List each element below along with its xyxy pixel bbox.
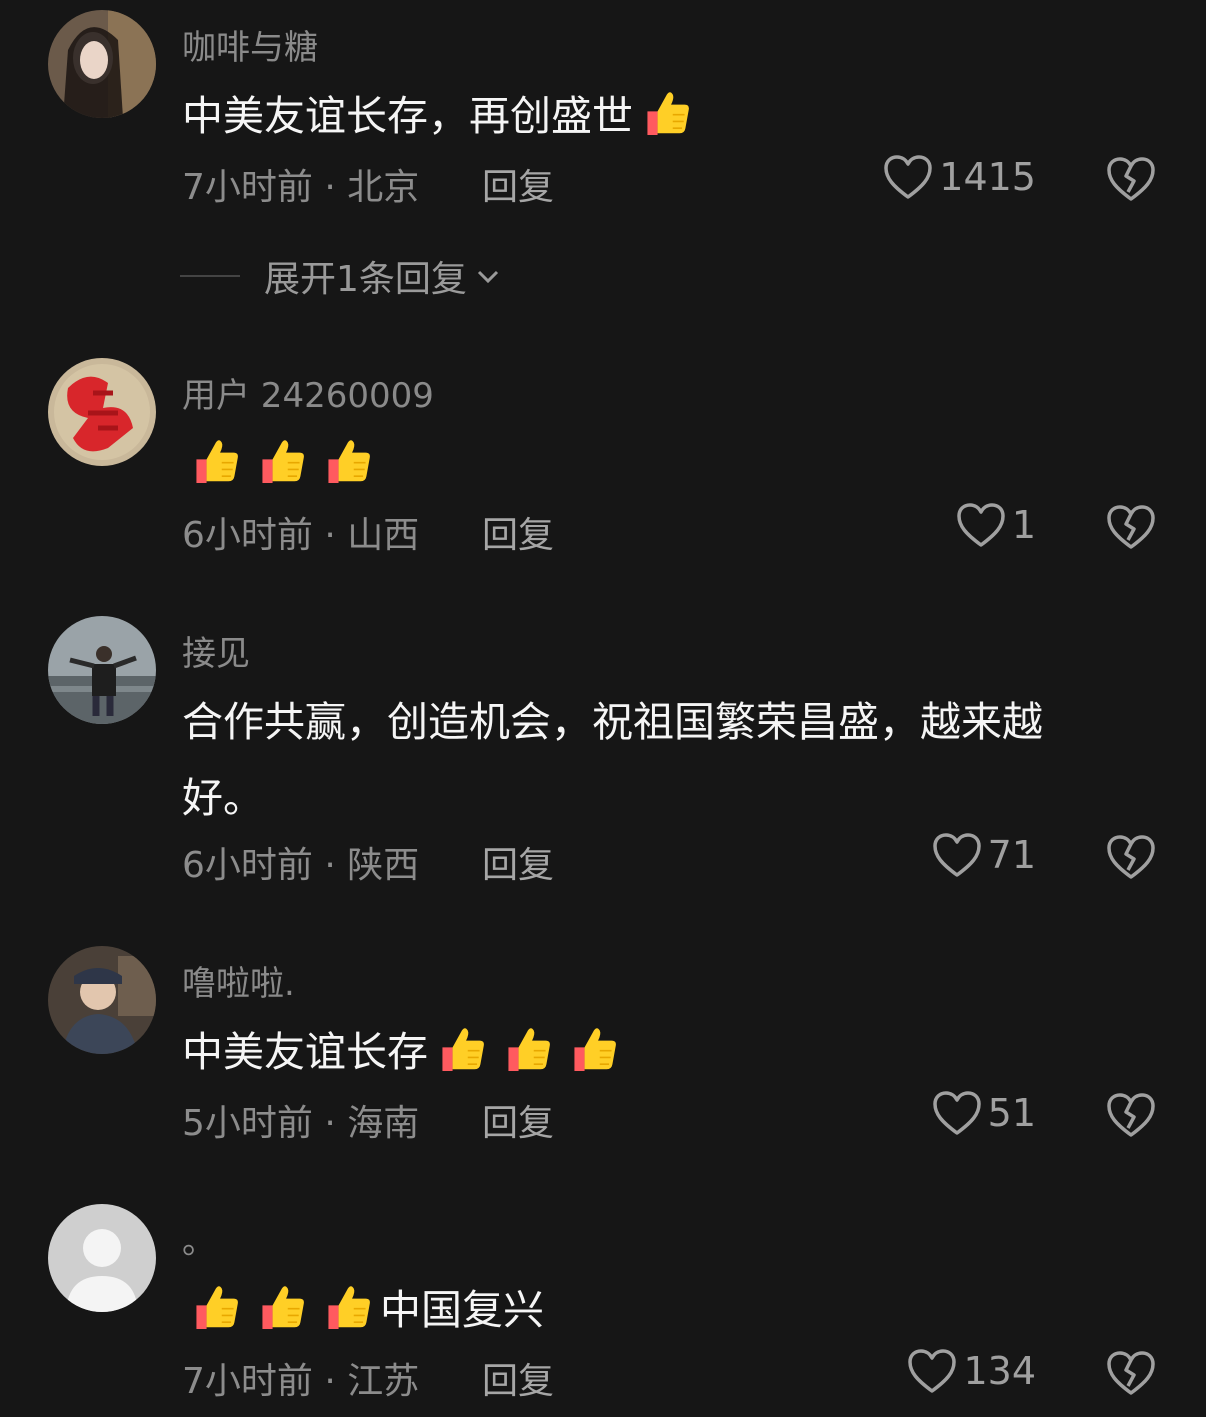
- thumbs-up-emoji: [442, 1028, 484, 1071]
- like-button[interactable]: 1: [956, 502, 1036, 548]
- reply-button[interactable]: 回复: [482, 506, 554, 558]
- chevron-down-icon: [477, 270, 498, 284]
- time-location: 5小时前 · 海南: [182, 1103, 420, 1144]
- heart-outline-icon: [932, 1091, 981, 1135]
- like-count: 134: [963, 1349, 1036, 1393]
- like-button[interactable]: 1415: [883, 154, 1036, 200]
- time-location: 7小时前 · 北京: [182, 167, 420, 208]
- like-count: 1: [1011, 503, 1036, 547]
- thumbs-up-emoji: [328, 440, 370, 483]
- expand-replies-button[interactable]: 展开1条回复: [180, 250, 501, 302]
- broken-heart-icon[interactable]: [1106, 1350, 1156, 1396]
- divider-line: [180, 275, 240, 277]
- comment-text: 中美友谊长存: [182, 1014, 1122, 1090]
- thumbs-up-emoji: [196, 1286, 238, 1329]
- reply-button[interactable]: 回复: [482, 1352, 554, 1404]
- like-button[interactable]: 71: [932, 832, 1036, 878]
- heart-outline-icon: [957, 503, 1005, 547]
- comment-text-body: 合作共赢，创造机会，祝祖国繁荣昌盛，越来越好。: [182, 698, 1043, 822]
- comment-username[interactable]: 用户 24260009: [182, 368, 434, 417]
- like-count: 71: [987, 833, 1036, 877]
- heart-outline-icon: [884, 155, 933, 199]
- thumbs-up-emoji: [574, 1028, 616, 1071]
- expand-replies-label: 展开1条回复: [264, 259, 467, 300]
- heart-outline-icon: [932, 833, 981, 877]
- avatar[interactable]: [48, 10, 156, 118]
- comment-text-body: 中国复兴: [380, 1286, 544, 1334]
- comment-text: 中美友谊长存，再创盛世: [182, 78, 1122, 154]
- broken-heart-icon[interactable]: [1106, 156, 1156, 202]
- avatar[interactable]: [48, 616, 156, 724]
- comment-text-body: 中美友谊长存，再创盛世: [182, 92, 633, 140]
- comment-text: 合作共赢，创造机会，祝祖国繁荣昌盛，越来越好。: [182, 684, 1122, 836]
- broken-heart-icon[interactable]: [1106, 1092, 1156, 1138]
- thumbs-up-emoji: [262, 440, 304, 483]
- thumbs-up-emoji: [647, 92, 689, 135]
- broken-heart-icon[interactable]: [1106, 504, 1156, 550]
- broken-heart-icon[interactable]: [1106, 834, 1156, 880]
- thumbs-up-emoji: [262, 1286, 304, 1329]
- time-location: 6小时前 · 山西: [182, 515, 420, 556]
- comment-username[interactable]: 噜啦啦.: [182, 956, 295, 1005]
- like-button[interactable]: 51: [932, 1090, 1036, 1136]
- time-location: 6小时前 · 陕西: [182, 845, 420, 886]
- comment-username[interactable]: 。: [182, 1214, 216, 1263]
- comment-username[interactable]: 咖啡与糖: [182, 20, 318, 69]
- like-count: 1415: [939, 155, 1036, 199]
- avatar[interactable]: [48, 358, 156, 466]
- comment-text: [182, 426, 1122, 502]
- reply-button[interactable]: 回复: [482, 1094, 554, 1146]
- heart-outline-icon: [908, 1349, 957, 1393]
- reply-button[interactable]: 回复: [482, 836, 554, 888]
- avatar[interactable]: [48, 946, 156, 1054]
- thumbs-up-emoji: [508, 1028, 550, 1071]
- like-count: 51: [987, 1091, 1036, 1135]
- avatar[interactable]: [48, 1204, 156, 1312]
- comment-text-body: 中美友谊长存: [182, 1028, 428, 1076]
- time-location: 7小时前 · 江苏: [182, 1361, 420, 1402]
- like-button[interactable]: 134: [907, 1348, 1036, 1394]
- comment-text: 中国复兴: [182, 1272, 1122, 1348]
- thumbs-up-emoji: [328, 1286, 370, 1329]
- reply-button[interactable]: 回复: [482, 158, 554, 210]
- thumbs-up-emoji: [196, 440, 238, 483]
- comment-username[interactable]: 接见: [182, 626, 250, 675]
